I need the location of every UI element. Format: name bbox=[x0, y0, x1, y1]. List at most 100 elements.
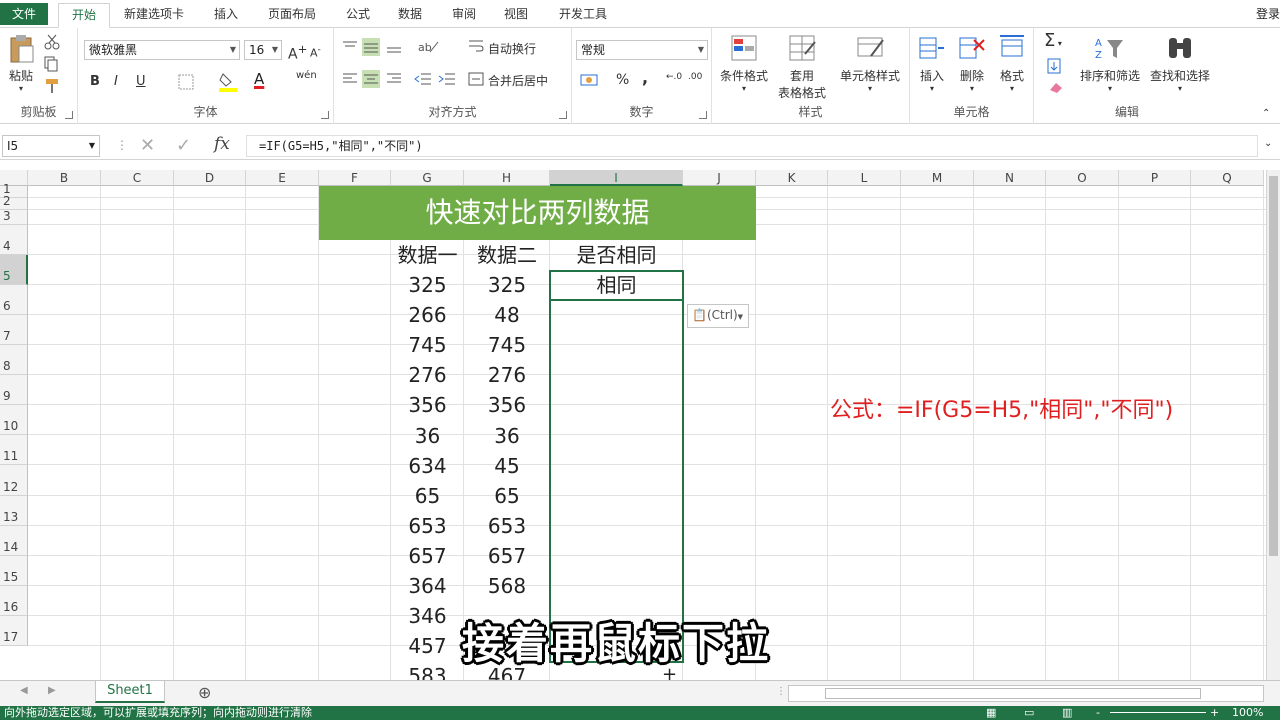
data-cell-h[interactable]: 657 bbox=[464, 541, 550, 571]
autosum-button[interactable]: Σ ▾ bbox=[1044, 30, 1062, 51]
format-painter-icon[interactable] bbox=[44, 78, 60, 94]
row-header-12[interactable]: 12 bbox=[0, 465, 28, 496]
comma-button[interactable]: , bbox=[642, 68, 648, 87]
next-sheet-icon[interactable]: ▶ bbox=[48, 685, 56, 696]
column-header-k[interactable]: K bbox=[756, 170, 828, 186]
cell-styles-button[interactable]: 单元格样式 ▾ bbox=[834, 34, 906, 93]
active-cell[interactable] bbox=[549, 270, 684, 301]
data-cell-h[interactable]: 356 bbox=[464, 390, 550, 420]
increase-indent-icon[interactable] bbox=[438, 72, 456, 86]
merge-center-icon[interactable] bbox=[468, 72, 484, 86]
data-cell-h[interactable]: 276 bbox=[464, 360, 550, 390]
confirm-formula-icon[interactable]: ✓ bbox=[176, 135, 191, 156]
row-header-9[interactable]: 9 bbox=[0, 375, 28, 405]
formula-input[interactable]: =IF(G5=H5,"相同","不同") bbox=[246, 135, 1258, 157]
increase-decimal-button[interactable]: ←.0 bbox=[666, 72, 682, 82]
normal-view-icon[interactable]: ▦ bbox=[986, 706, 996, 720]
number-format-select[interactable]: 常规 ▼ bbox=[576, 40, 708, 60]
data-cell-g[interactable]: 276 bbox=[391, 360, 464, 390]
column-header-p[interactable]: P bbox=[1119, 170, 1191, 186]
align-left-icon[interactable] bbox=[342, 72, 358, 86]
bold-button[interactable]: B bbox=[90, 74, 100, 89]
data-cell-h[interactable]: 325 bbox=[464, 270, 550, 300]
column-header-f[interactable]: F bbox=[319, 170, 391, 186]
fill-icon[interactable] bbox=[1046, 58, 1066, 74]
data-cell-h[interactable]: 36 bbox=[464, 421, 550, 451]
tab-new[interactable]: 新建选项卡 bbox=[118, 3, 190, 28]
tab-view[interactable]: 视图 bbox=[494, 3, 538, 28]
orientation-icon[interactable]: ab bbox=[416, 38, 440, 54]
shrink-font-button[interactable]: A- bbox=[310, 44, 321, 60]
scroll-thumb[interactable] bbox=[825, 688, 1201, 699]
column-header-o[interactable]: O bbox=[1046, 170, 1119, 186]
underline-button[interactable]: U bbox=[136, 74, 146, 89]
border-icon[interactable] bbox=[178, 74, 196, 90]
name-box[interactable]: I5 ▼ bbox=[2, 135, 100, 157]
header-cell-h[interactable]: 数据二 bbox=[464, 240, 550, 270]
chevron-down-icon[interactable]: ⌄ bbox=[1264, 138, 1272, 149]
currency-icon[interactable] bbox=[580, 72, 602, 88]
align-top-icon[interactable] bbox=[342, 40, 358, 54]
column-header-e[interactable]: E bbox=[246, 170, 319, 186]
column-header-l[interactable]: L bbox=[828, 170, 901, 186]
data-cell-h[interactable]: 745 bbox=[464, 330, 550, 360]
data-cell-h[interactable]: 45 bbox=[464, 451, 550, 481]
row-header-15[interactable]: 15 bbox=[0, 556, 28, 586]
header-cell-i[interactable]: 是否相同 bbox=[550, 240, 683, 270]
copy-icon[interactable] bbox=[44, 56, 66, 72]
font-launcher[interactable] bbox=[321, 111, 329, 119]
data-cell-g[interactable]: 356 bbox=[391, 390, 464, 420]
data-cell-g[interactable]: 583 bbox=[391, 661, 464, 680]
page-layout-view-icon[interactable]: ▭ bbox=[1024, 706, 1034, 720]
add-sheet-button[interactable]: ⊕ bbox=[198, 683, 211, 702]
worksheet-grid[interactable]: B C D E F G H I J K L M N O P Q 1 2 3 4 5 6 7 8 9 10 11 12 13 14 15 16 1… bbox=[0, 170, 1266, 680]
column-header-m[interactable]: M bbox=[901, 170, 974, 186]
row-header-7[interactable]: 7 bbox=[0, 315, 28, 345]
row-header-5[interactable]: 5 bbox=[0, 255, 28, 285]
wrap-text-button[interactable]: 自动换行 bbox=[488, 40, 536, 57]
tab-insert[interactable]: 插入 bbox=[204, 3, 248, 28]
data-cell-h[interactable]: 65 bbox=[464, 481, 550, 511]
tab-home[interactable]: 开始 bbox=[58, 3, 110, 28]
zoom-out-icon[interactable]: - bbox=[1096, 706, 1100, 720]
data-cell-g[interactable]: 457 bbox=[391, 631, 464, 661]
decrease-decimal-button[interactable]: .00 bbox=[688, 72, 702, 82]
wrap-text-icon[interactable] bbox=[468, 38, 484, 54]
data-cell-g[interactable]: 364 bbox=[391, 571, 464, 601]
column-header-b[interactable]: B bbox=[28, 170, 101, 186]
sheet-tab-sheet1[interactable]: Sheet1 bbox=[95, 681, 165, 703]
align-middle-icon[interactable] bbox=[362, 38, 380, 56]
row-header-10[interactable]: 10 bbox=[0, 405, 28, 435]
percent-button[interactable]: % bbox=[616, 72, 629, 88]
fill-color-icon[interactable] bbox=[218, 72, 238, 92]
insert-function-button[interactable]: fx bbox=[214, 134, 230, 154]
row-header-11[interactable]: 11 bbox=[0, 435, 28, 465]
data-cell-g[interactable]: 657 bbox=[391, 541, 464, 571]
column-header-c[interactable]: C bbox=[101, 170, 174, 186]
collapse-ribbon-icon[interactable]: ⌃ bbox=[1262, 108, 1270, 119]
prev-sheet-icon[interactable]: ◀ bbox=[20, 685, 28, 696]
data-cell-g[interactable]: 653 bbox=[391, 511, 464, 541]
data-cell-g[interactable]: 325 bbox=[391, 270, 464, 300]
data-cell-h[interactable]: 48 bbox=[464, 300, 550, 330]
title-banner[interactable]: 快速对比两列数据 bbox=[319, 186, 756, 240]
zoom-slider[interactable] bbox=[1110, 712, 1206, 713]
tab-developer[interactable]: 开发工具 bbox=[550, 3, 616, 28]
paste-options-button[interactable]: 📋(Ctrl)▼ bbox=[687, 304, 749, 328]
delete-cells-button[interactable]: 删除 ▾ bbox=[954, 34, 990, 93]
tab-data[interactable]: 数据 bbox=[388, 3, 432, 28]
font-name-select[interactable]: 微软雅黑 ▼ bbox=[84, 40, 240, 60]
login-link[interactable]: 登录 bbox=[1256, 5, 1280, 22]
column-header-i[interactable]: I bbox=[550, 170, 683, 186]
paste-button[interactable]: 粘贴 ▾ bbox=[4, 34, 38, 93]
row-header-13[interactable]: 13 bbox=[0, 496, 28, 526]
tab-review[interactable]: 审阅 bbox=[442, 3, 486, 28]
data-cell-g[interactable]: 36 bbox=[391, 421, 464, 451]
vertical-scrollbar[interactable] bbox=[1266, 170, 1280, 680]
sort-filter-button[interactable]: AZ 排序和筛选 ▾ bbox=[1080, 34, 1140, 93]
grow-font-button[interactable]: A+ bbox=[288, 42, 307, 63]
phonetic-button[interactable]: wén bbox=[296, 70, 317, 81]
zoom-level[interactable]: 100% bbox=[1232, 706, 1263, 720]
file-menu-button[interactable]: 文件 bbox=[0, 3, 48, 25]
row-header-14[interactable]: 14 bbox=[0, 526, 28, 556]
